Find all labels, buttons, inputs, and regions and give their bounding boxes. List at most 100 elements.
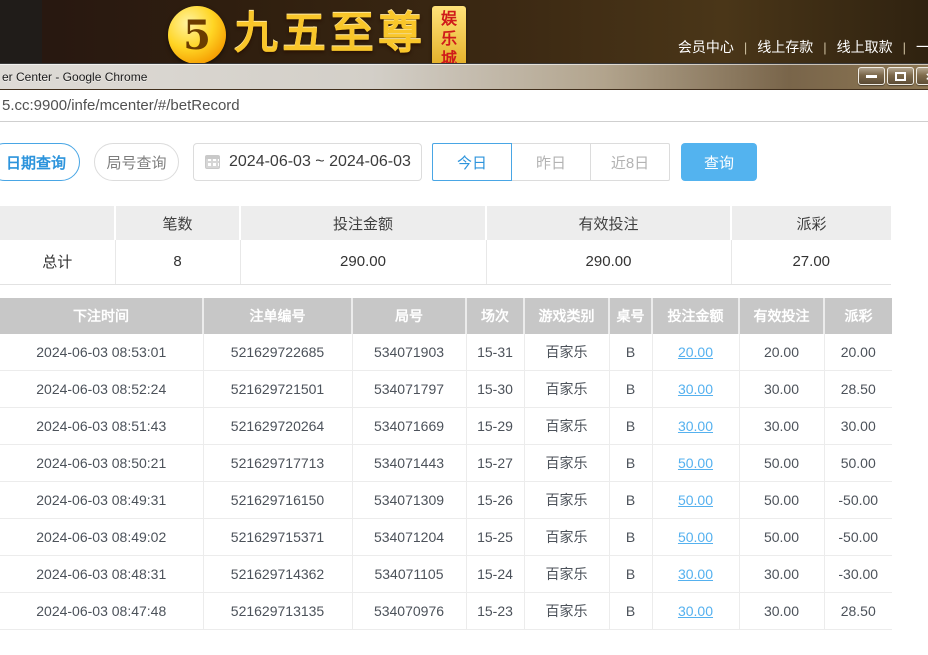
bet-amount-cell: 30.00: [652, 371, 739, 408]
table-no: B: [609, 371, 652, 408]
order-id: 521629716150: [203, 482, 352, 519]
table-no: B: [609, 445, 652, 482]
game-type: 百家乐: [524, 482, 609, 519]
table-no: B: [609, 593, 652, 630]
quick-today-button[interactable]: 今日: [432, 143, 512, 181]
bet-amount-link[interactable]: 50.00: [678, 492, 713, 508]
table-row: 2024-06-03 08:52:24 521629721501 5340717…: [0, 371, 892, 408]
maximize-button[interactable]: [887, 67, 914, 85]
screen: { "site_header": { "logo": { "circle_gly…: [0, 0, 928, 655]
close-button[interactable]: ×: [916, 67, 928, 85]
nav-one-key[interactable]: 一键归: [916, 39, 928, 55]
table-row: 2024-06-03 08:51:43 521629720264 5340716…: [0, 408, 892, 445]
minimize-button[interactable]: [858, 67, 885, 85]
address-bar[interactable]: 5.cc:9900/infe/mcenter/#/betRecord: [0, 90, 928, 122]
quick-range-group: 今日 昨日 近8日: [432, 143, 670, 181]
header-bet-amount: 投注金额: [652, 298, 739, 334]
order-id: 521629713135: [203, 593, 352, 630]
valid-bet: 50.00: [739, 519, 824, 556]
bet-amount-cell: 50.00: [652, 482, 739, 519]
bet-amount-cell: 30.00: [652, 408, 739, 445]
bet-amount-link[interactable]: 20.00: [678, 344, 713, 360]
round-id: 534071669: [352, 408, 466, 445]
nav-online-withdraw[interactable]: 线上取款: [837, 39, 893, 55]
date-query-tab[interactable]: 日期查询: [0, 143, 80, 181]
round-id: 534070976: [352, 593, 466, 630]
round-id: 534071797: [352, 371, 466, 408]
valid-bet: 20.00: [739, 334, 824, 371]
quick-last8days-button[interactable]: 近8日: [590, 143, 670, 181]
quick-yesterday-button[interactable]: 昨日: [511, 143, 591, 181]
table-row: 2024-06-03 08:47:48 521629713135 5340709…: [0, 593, 892, 630]
bet-amount-link[interactable]: 30.00: [678, 418, 713, 434]
logo-circle-icon: 5: [168, 6, 226, 64]
round-query-tab[interactable]: 局号查询: [94, 143, 179, 181]
summary-valid-bet-value: 290.00: [486, 240, 731, 284]
site-header: 5 九五至尊 娱 乐 城 会员中心|线上存款|线上取款|一键归: [0, 0, 928, 63]
valid-bet: 30.00: [739, 371, 824, 408]
payout-value: -30.00: [824, 556, 892, 593]
session: 15-27: [466, 445, 524, 482]
summary-header-row: 笔数 投注金额 有效投注 派彩: [0, 206, 891, 240]
round-id: 534071309: [352, 482, 466, 519]
order-id: 521629717713: [203, 445, 352, 482]
header-payout: 派彩: [824, 298, 892, 334]
calendar-icon: [205, 155, 220, 169]
summary-total-row: 总计 8 290.00 290.00 27.00: [0, 240, 891, 284]
valid-bet: 30.00: [739, 408, 824, 445]
summary-header-payout: 派彩: [731, 206, 891, 240]
bet-amount-link[interactable]: 30.00: [678, 381, 713, 397]
payout-value: -50.00: [824, 519, 892, 556]
bet-time: 2024-06-03 08:51:43: [0, 408, 203, 445]
payout-value: 30.00: [824, 408, 892, 445]
valid-bet: 50.00: [739, 482, 824, 519]
page-url[interactable]: 5.cc:9900/infe/mcenter/#/betRecord: [2, 97, 240, 114]
session: 15-25: [466, 519, 524, 556]
table-row: 2024-06-03 08:53:01 521629722685 5340719…: [0, 334, 892, 371]
bet-amount-cell: 30.00: [652, 556, 739, 593]
bet-time: 2024-06-03 08:50:21: [0, 445, 203, 482]
bet-amount-cell: 50.00: [652, 519, 739, 556]
order-id: 521629721501: [203, 371, 352, 408]
round-id: 534071204: [352, 519, 466, 556]
bet-time: 2024-06-03 08:48:31: [0, 556, 203, 593]
order-id: 521629720264: [203, 408, 352, 445]
payout-value: 28.50: [824, 371, 892, 408]
order-id: 521629715371: [203, 519, 352, 556]
bet-amount-link[interactable]: 30.00: [678, 603, 713, 619]
background-window-strip: [0, 0, 42, 63]
bet-amount-link[interactable]: 50.00: [678, 455, 713, 471]
bet-time: 2024-06-03 08:47:48: [0, 593, 203, 630]
search-button[interactable]: 查询: [681, 143, 757, 181]
table-no: B: [609, 334, 652, 371]
maximize-icon: [895, 72, 906, 81]
nav-online-deposit[interactable]: 线上存款: [757, 39, 813, 55]
table-row: 2024-06-03 08:49:31 521629716150 5340713…: [0, 482, 892, 519]
game-type: 百家乐: [524, 408, 609, 445]
table-no: B: [609, 482, 652, 519]
header-table-no: 桌号: [609, 298, 652, 334]
summary-total-label: 总计: [0, 240, 115, 284]
valid-bet: 30.00: [739, 593, 824, 630]
session: 15-31: [466, 334, 524, 371]
session: 15-30: [466, 371, 524, 408]
date-range-input[interactable]: 2024-06-03 ~ 2024-06-03: [193, 143, 422, 181]
game-type: 百家乐: [524, 334, 609, 371]
bet-time: 2024-06-03 08:49:31: [0, 482, 203, 519]
round-id: 534071105: [352, 556, 466, 593]
bet-amount-link[interactable]: 30.00: [678, 566, 713, 582]
payout-value: 50.00: [824, 445, 892, 482]
browser-titlebar[interactable]: er Center - Google Chrome ×: [0, 63, 928, 90]
game-type: 百家乐: [524, 556, 609, 593]
table-no: B: [609, 408, 652, 445]
header-order-id: 注单编号: [203, 298, 352, 334]
table-no: B: [609, 556, 652, 593]
window-controls: ×: [858, 67, 928, 85]
header-game-type: 游戏类别: [524, 298, 609, 334]
payout-value: -50.00: [824, 482, 892, 519]
game-type: 百家乐: [524, 593, 609, 630]
bet-amount-cell: 20.00: [652, 334, 739, 371]
nav-separator: |: [823, 40, 826, 55]
nav-member-center[interactable]: 会员中心: [678, 39, 734, 55]
bet-amount-link[interactable]: 50.00: [678, 529, 713, 545]
